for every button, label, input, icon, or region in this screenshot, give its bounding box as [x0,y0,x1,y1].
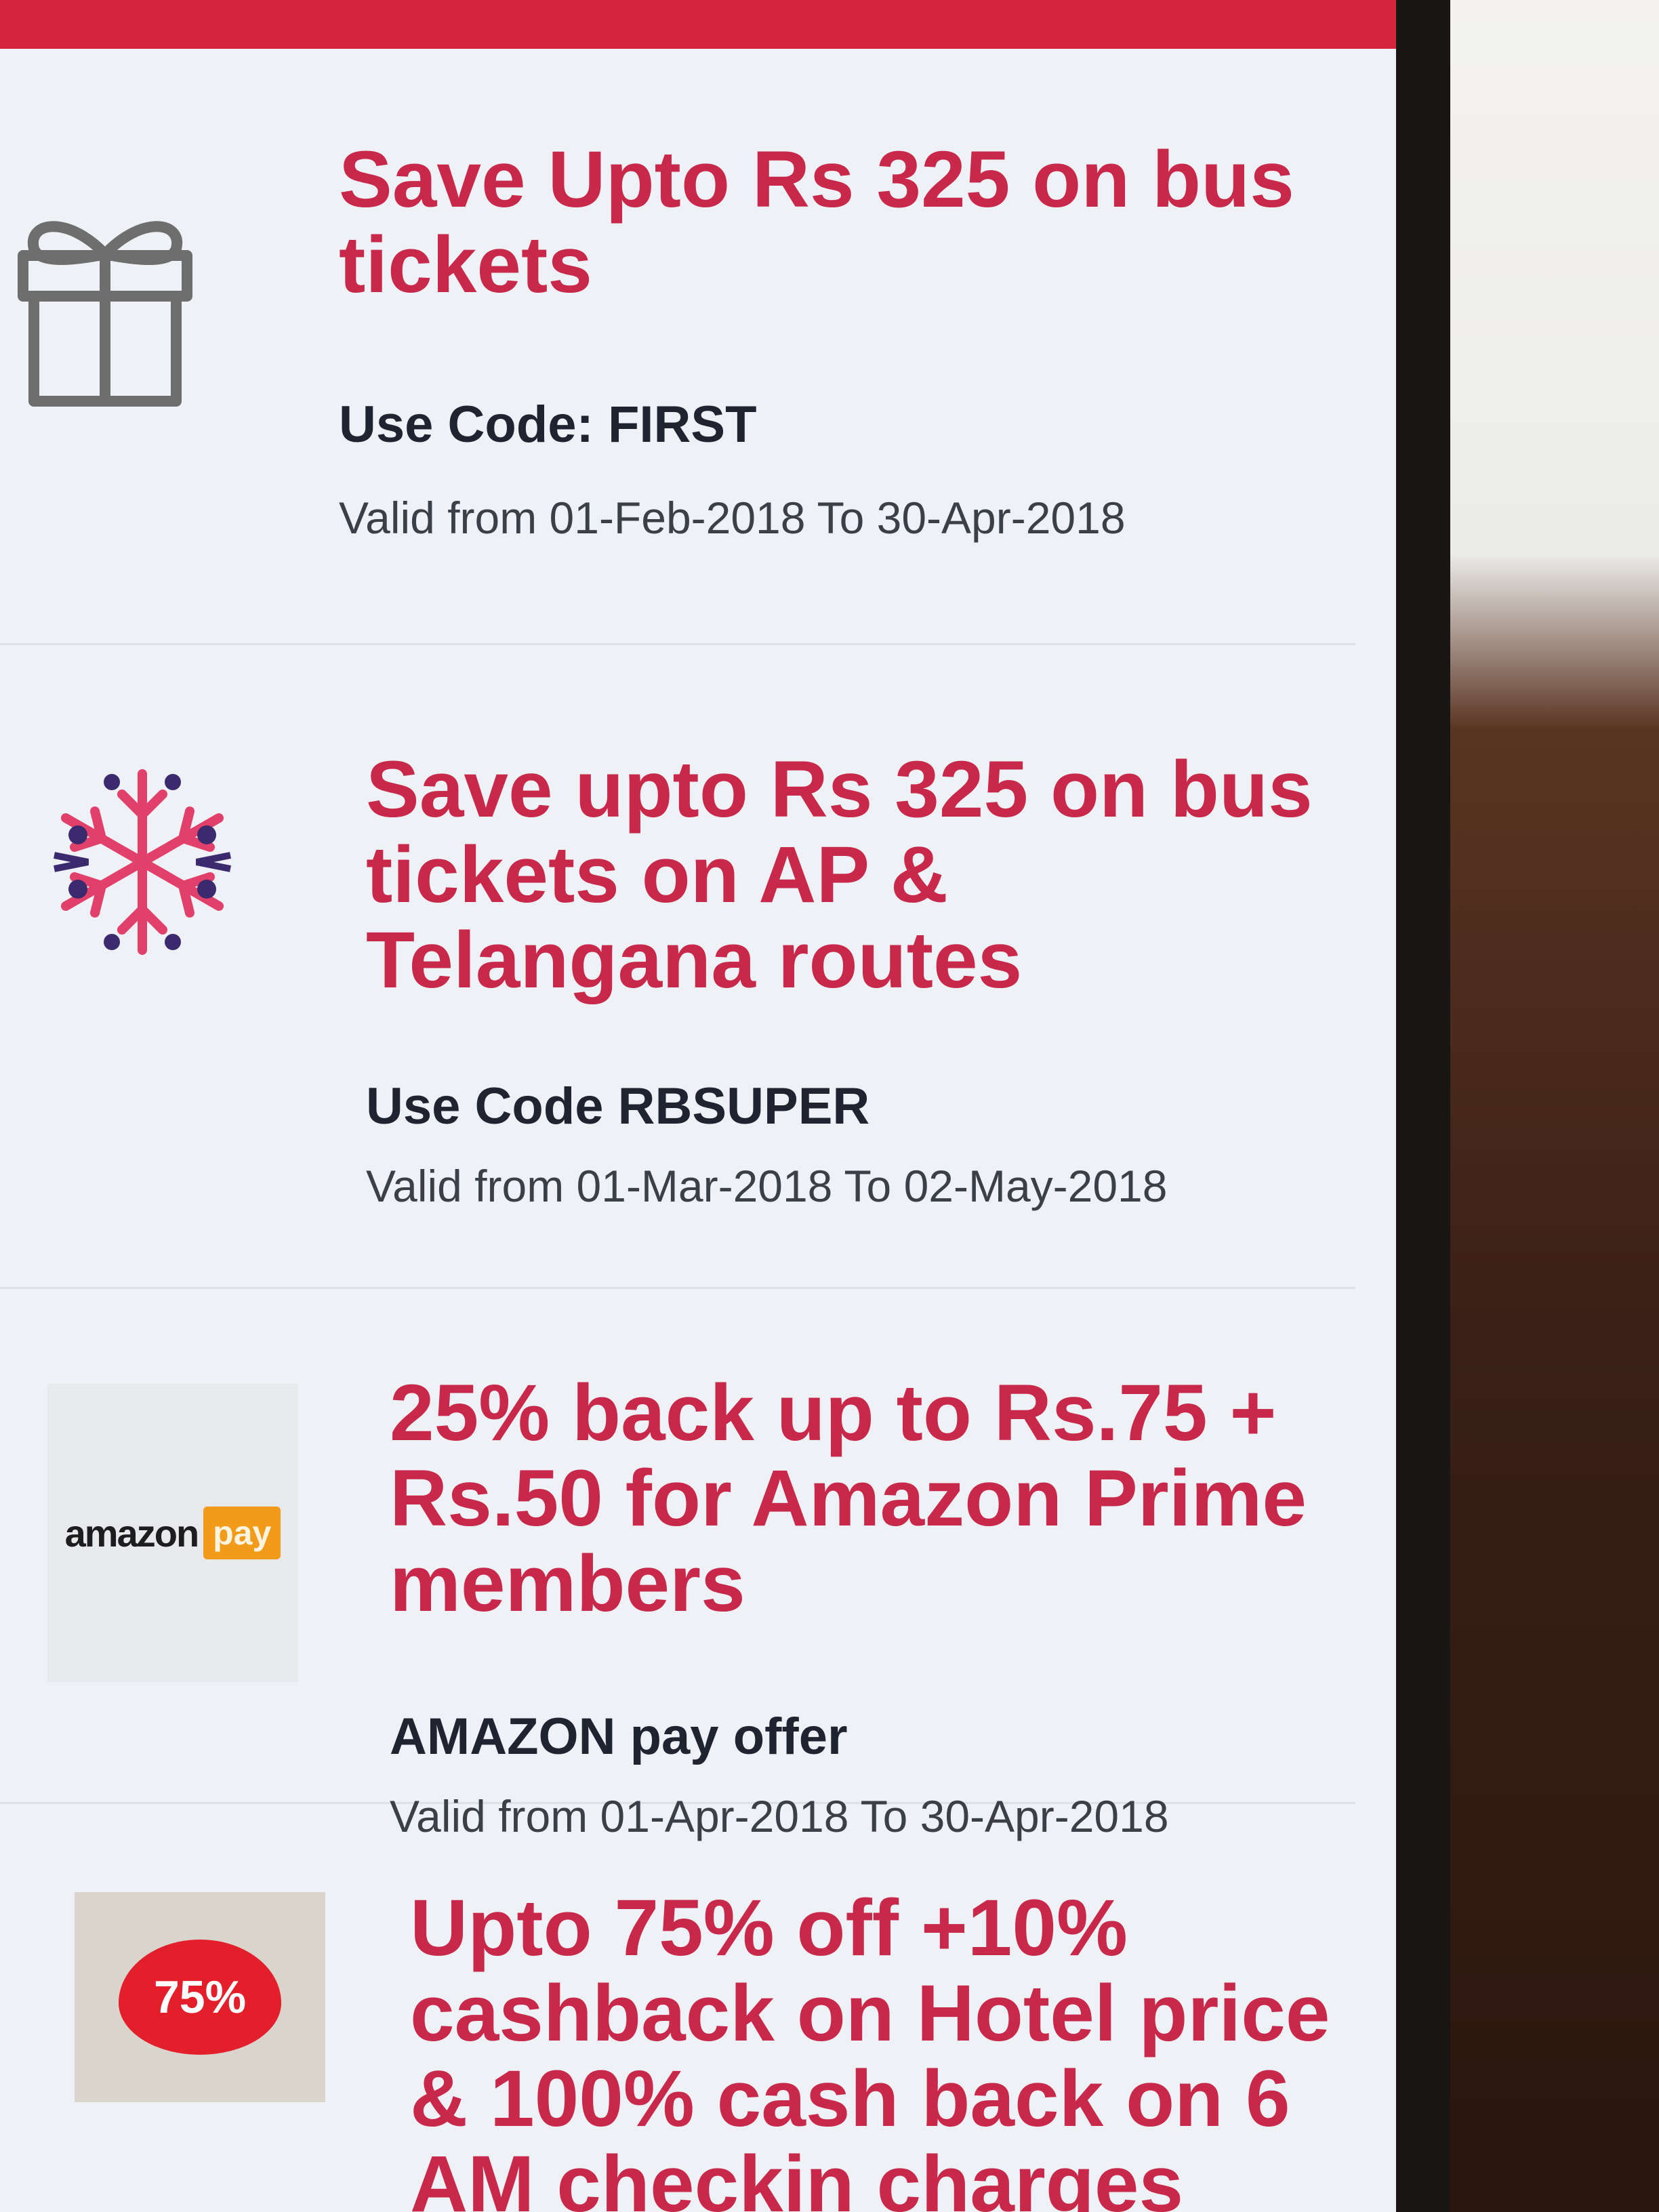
offer-title: 25% back up to Rs.75 + Rs.50 for Amazon … [390,1368,1307,1629]
offer-card[interactable]: Save upto Rs 325 on bus tickets on AP & … [0,645,1355,1289]
phone-screen: Save Upto Rs 325 on bus tickets Use Code… [0,0,1396,2212]
pay-badge: pay [203,1507,281,1559]
offer-code: Use Code: FIRST [339,396,757,453]
offer-card[interactable]: 75% Upto 75% off +10% cashback on Hotel … [0,1804,1355,2212]
offer-card[interactable]: amazon pay 25% back up to Rs.75 + Rs.50 … [0,1289,1355,1841]
offer-title: Upto 75% off +10% cashback on Hotel pric… [410,1883,1330,2212]
gift-icon [7,171,203,442]
offer-code: AMAZON pay offer [390,1708,848,1765]
offer-text: Save upto Rs 325 on bus tickets on AP & … [366,747,1355,1212]
phone-frame: Save Upto Rs 325 on bus tickets Use Code… [0,0,1450,2212]
offer-title: Save upto Rs 325 on bus tickets on AP & … [366,745,1313,1005]
offer-validity: Valid from 01-Feb-2018 To 30-Apr-2018 [339,493,1126,543]
discount-badge: 75% [119,1940,281,2062]
header-bar [0,0,1396,49]
offers-list: Save Upto Rs 325 on bus tickets Use Code… [0,49,1396,2212]
photo-scene: Save Upto Rs 325 on bus tickets Use Code… [0,0,1659,2212]
offer-card[interactable]: Save Upto Rs 325 on bus tickets Use Code… [0,49,1355,645]
offer-text: 25% back up to Rs.75 + Rs.50 for Amazon … [390,1370,1386,1842]
offer-title: Save Upto Rs 325 on bus tickets [339,135,1294,310]
percent-badge-icon: 75% [75,1892,325,2102]
background-hand [1429,0,1659,2212]
amazon-pay-logo: amazon pay [47,1384,298,1682]
offer-validity: Valid from 01-Mar-2018 To 02-May-2018 [366,1161,1168,1211]
offer-text: Upto 75% off +10% cashback on Hotel pric… [410,1885,1393,2212]
amazon-wordmark: amazon [64,1511,199,1555]
snowflake-logo-icon [27,747,258,977]
offer-code: Use Code RBSUPER [366,1078,870,1135]
offer-text: Save Upto Rs 325 on bus tickets Use Code… [339,137,1342,544]
